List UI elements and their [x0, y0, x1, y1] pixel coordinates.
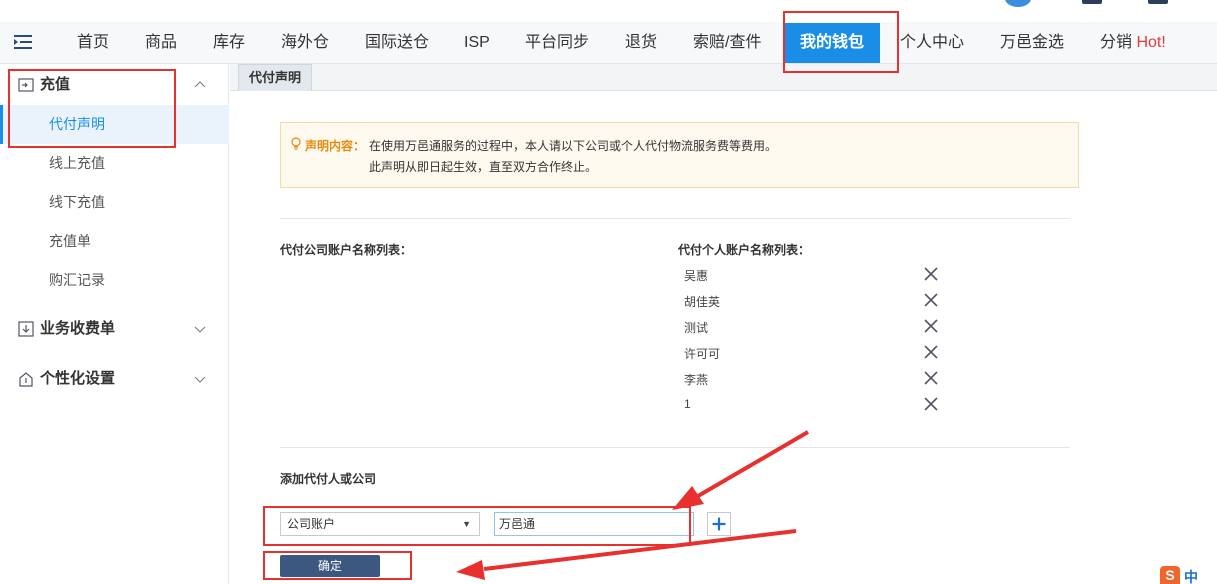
- nav-item-home[interactable]: 首页: [77, 22, 109, 64]
- header-icon[interactable]: [1082, 0, 1102, 4]
- delete-icon[interactable]: [923, 292, 939, 308]
- annotation-box: [783, 11, 899, 73]
- nav-item-distribution[interactable]: 分销 Hot!: [1100, 22, 1166, 64]
- nav-item-personal-center[interactable]: 个人中心: [900, 22, 964, 64]
- nav-item-wanyi-select[interactable]: 万邑金选: [1000, 22, 1064, 64]
- person-name: 许可可: [684, 347, 721, 361]
- download-doc-icon: [18, 321, 34, 337]
- avatar[interactable]: [1005, 0, 1031, 7]
- sidebar-item-recharge-orders[interactable]: 充值单: [0, 222, 229, 261]
- divider: [280, 218, 1070, 219]
- person-name: 胡佳英: [684, 295, 721, 309]
- person-list-heading: 代付个人账户名称列表：: [678, 243, 811, 257]
- sidebar-item-fx-records[interactable]: 购汇记录: [0, 261, 229, 300]
- chevron-down-icon: [194, 326, 206, 333]
- header-icon[interactable]: [1148, 0, 1168, 4]
- chevron-down-icon: [194, 376, 206, 383]
- ime-indicator[interactable]: S 中: [1158, 564, 1217, 584]
- nav-item-returns[interactable]: 退货: [625, 22, 657, 64]
- top-header-strip: [0, 0, 1217, 22]
- delete-icon[interactable]: [923, 266, 939, 282]
- nav-item-overseas-warehouse[interactable]: 海外仓: [281, 22, 329, 64]
- chevron-up-icon: [194, 81, 206, 88]
- nav-item-distribution-label: 分销: [1100, 34, 1133, 51]
- sidebar-group-business-fees[interactable]: 业务收费单: [0, 309, 229, 349]
- tab-payment-declaration[interactable]: 代付声明: [238, 64, 313, 91]
- sidebar-group-personalization[interactable]: 个性化设置: [0, 359, 229, 399]
- lightbulb-icon: [291, 137, 301, 150]
- ime-mode-label: 中: [1184, 569, 1198, 584]
- sidebar-group-label: 业务收费单: [40, 320, 116, 337]
- person-name: 1: [684, 397, 691, 411]
- delete-icon[interactable]: [923, 370, 939, 386]
- annotation-box: [263, 506, 691, 546]
- person-name: 测试: [684, 321, 709, 335]
- declaration-notice: 声明内容： 在使用万邑通服务的过程中，本人请以下公司或个人代付物流服务费等费用。…: [280, 122, 1079, 188]
- add-button[interactable]: [707, 512, 731, 536]
- notice-label: 声明内容：: [305, 139, 366, 153]
- home-settings-icon: [19, 372, 33, 387]
- menu-collapse-icon[interactable]: [14, 34, 32, 50]
- nav-item-isp[interactable]: ISP: [464, 22, 490, 64]
- nav-item-inventory[interactable]: 库存: [213, 22, 245, 64]
- delete-icon[interactable]: [923, 396, 939, 412]
- sidebar-item-offline-recharge[interactable]: 线下充值: [0, 183, 229, 222]
- tab-bar: 代付声明: [230, 64, 1217, 91]
- nav-item-intl-delivery[interactable]: 国际送仓: [365, 22, 429, 64]
- delete-icon[interactable]: [923, 318, 939, 334]
- delete-icon[interactable]: [923, 344, 939, 360]
- sidebar-group-label: 个性化设置: [40, 370, 116, 387]
- person-name: 李燕: [684, 373, 709, 387]
- company-list-heading: 代付公司账户名称列表：: [280, 243, 413, 257]
- person-name: 吴惠: [684, 269, 709, 283]
- notice-text-line2: 此声明从即日起生效，直至双方合作终止。: [369, 160, 598, 174]
- sidebar-item-online-recharge[interactable]: 线上充值: [0, 144, 229, 183]
- hot-badge: Hot!: [1136, 34, 1166, 51]
- add-payer-label: 添加代付人或公司: [280, 472, 377, 486]
- sogou-logo-icon: S: [1160, 566, 1180, 584]
- nav-item-products[interactable]: 商品: [145, 22, 177, 64]
- notice-text-line1: 在使用万邑通服务的过程中，本人请以下公司或个人代付物流服务费等费用。: [369, 139, 778, 153]
- nav-item-claims[interactable]: 索赔/查件: [693, 22, 761, 64]
- page: 首页 商品 库存 海外仓 国际送仓 ISP 平台同步 退货 索赔/查件 我的钱包…: [0, 0, 1217, 584]
- divider: [280, 447, 1070, 448]
- annotation-box: [263, 551, 412, 580]
- main-nav: 首页 商品 库存 海外仓 国际送仓 ISP 平台同步 退货 索赔/查件 我的钱包…: [0, 22, 1217, 64]
- nav-item-platform-sync[interactable]: 平台同步: [525, 22, 589, 64]
- annotation-box: [8, 69, 176, 148]
